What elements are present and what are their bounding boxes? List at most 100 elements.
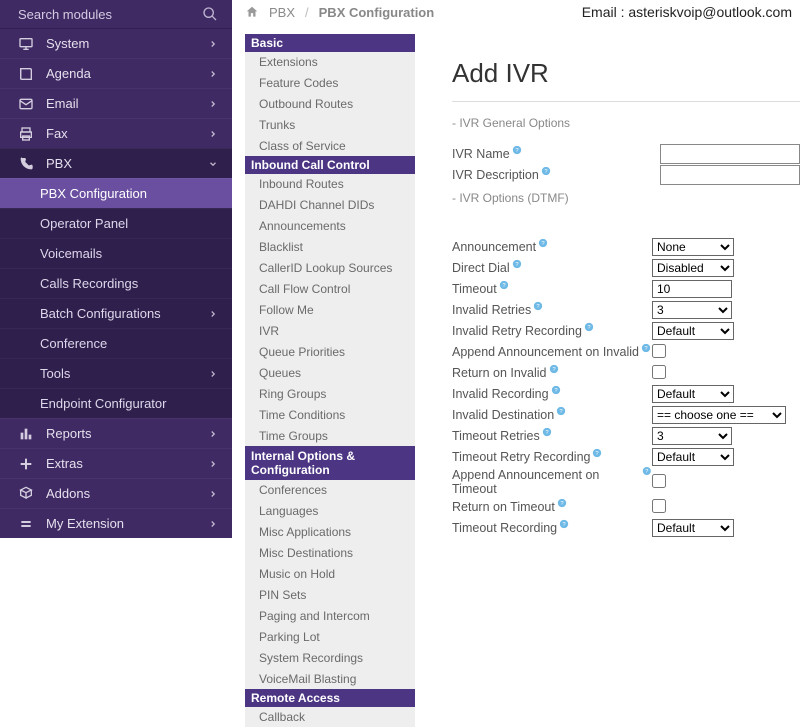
help-icon[interactable]: ? bbox=[584, 322, 594, 332]
printer-icon bbox=[18, 126, 34, 142]
pbx-leaf[interactable]: Call Flow Control bbox=[245, 278, 415, 299]
lbl-ivr-desc: IVR Description bbox=[452, 168, 539, 182]
chevron-right-icon bbox=[208, 69, 218, 79]
field-label: Invalid Destination bbox=[452, 408, 554, 422]
pbx-leaf[interactable]: CallerID Lookup Sources bbox=[245, 257, 415, 278]
sub-calls-recordings[interactable]: Calls Recordings bbox=[0, 268, 232, 298]
pbx-leaf[interactable]: Conferences bbox=[245, 480, 415, 500]
help-icon[interactable]: ? bbox=[512, 145, 522, 155]
nav-reports[interactable]: Reports bbox=[0, 418, 232, 448]
pbx-leaf[interactable]: Time Groups bbox=[245, 425, 415, 446]
pbx-leaf[interactable]: Music on Hold bbox=[245, 563, 415, 584]
cubes-icon bbox=[18, 486, 34, 502]
sub-conference[interactable]: Conference bbox=[0, 328, 232, 358]
pbx-leaf[interactable]: PIN Sets bbox=[245, 584, 415, 605]
lbl-ivr-name: IVR Name bbox=[452, 147, 510, 161]
search-input[interactable] bbox=[18, 7, 202, 22]
section-general: - IVR General Options bbox=[452, 116, 800, 130]
pbx-leaf[interactable]: Extensions bbox=[245, 52, 415, 72]
chevron-right-icon bbox=[208, 369, 218, 379]
pbx-leaf[interactable]: Class of Service bbox=[245, 135, 415, 156]
sub-endpoint-configurator[interactable]: Endpoint Configurator bbox=[0, 388, 232, 418]
help-icon[interactable]: ? bbox=[556, 406, 566, 416]
input-ivr-desc[interactable] bbox=[660, 165, 800, 185]
sub-label: Voicemails bbox=[40, 246, 102, 261]
nav-agenda[interactable]: Agenda bbox=[0, 58, 232, 88]
nav-fax[interactable]: Fax bbox=[0, 118, 232, 148]
chevron-right-icon bbox=[208, 489, 218, 499]
help-icon[interactable]: ? bbox=[549, 364, 559, 374]
help-icon[interactable]: ? bbox=[642, 466, 652, 476]
sub-voicemails[interactable]: Voicemails bbox=[0, 238, 232, 268]
nav-pbx[interactable]: PBX bbox=[0, 148, 232, 178]
nav-my-extension[interactable]: My Extension bbox=[0, 508, 232, 538]
monitor-icon bbox=[18, 36, 34, 52]
pbx-leaf[interactable]: Misc Applications bbox=[245, 521, 415, 542]
pbx-leaf[interactable]: Announcements bbox=[245, 215, 415, 236]
cb-append-timeout[interactable] bbox=[652, 474, 666, 488]
pbx-leaf[interactable]: DAHDI Channel DIDs bbox=[245, 194, 415, 215]
help-icon[interactable]: ? bbox=[512, 259, 522, 269]
help-icon[interactable]: ? bbox=[641, 343, 651, 353]
help-icon[interactable]: ? bbox=[551, 385, 561, 395]
pbx-leaf[interactable]: Follow Me bbox=[245, 299, 415, 320]
help-icon[interactable]: ? bbox=[499, 280, 509, 290]
help-icon[interactable]: ? bbox=[542, 427, 552, 437]
input-timeout[interactable] bbox=[652, 280, 732, 298]
nav-extras[interactable]: Extras bbox=[0, 448, 232, 478]
select-invalid-retry-rec[interactable]: Default bbox=[652, 322, 734, 340]
category-header: Internal Options & Configuration bbox=[245, 446, 415, 480]
pbx-leaf[interactable]: Trunks bbox=[245, 114, 415, 135]
select-invalid-dest[interactable]: == choose one == bbox=[652, 406, 786, 424]
form-area: Add IVR - IVR General Options IVR Name? … bbox=[452, 58, 800, 524]
nav-email[interactable]: Email bbox=[0, 88, 232, 118]
pbx-leaf[interactable]: System Recordings bbox=[245, 647, 415, 668]
select-timeout-retries[interactable]: 3 bbox=[652, 427, 732, 445]
sub-operator-panel[interactable]: Operator Panel bbox=[0, 208, 232, 238]
pbx-leaf[interactable]: Time Conditions bbox=[245, 404, 415, 425]
select-invalid-retries[interactable]: 3 bbox=[652, 301, 732, 319]
cb-return-invalid[interactable] bbox=[652, 365, 666, 379]
select-timeout-retry-rec[interactable]: Default bbox=[652, 448, 734, 466]
page-title: Add IVR bbox=[452, 58, 800, 89]
help-icon[interactable]: ? bbox=[559, 519, 569, 529]
select-direct-dial[interactable]: Disabled bbox=[652, 259, 734, 277]
pbx-leaf[interactable]: Inbound Routes bbox=[245, 174, 415, 194]
pbx-leaf[interactable]: VoiceMail Blasting bbox=[245, 668, 415, 689]
nav-label: Addons bbox=[46, 486, 208, 501]
select-announcement[interactable]: None bbox=[652, 238, 734, 256]
sub-label: Calls Recordings bbox=[40, 276, 138, 291]
help-icon[interactable]: ? bbox=[592, 448, 602, 458]
pbx-leaf[interactable]: Feature Codes bbox=[245, 72, 415, 93]
pbx-leaf[interactable]: Blacklist bbox=[245, 236, 415, 257]
pbx-leaf[interactable]: Misc Destinations bbox=[245, 542, 415, 563]
bars-icon bbox=[18, 426, 34, 442]
pbx-leaf[interactable]: Outbound Routes bbox=[245, 93, 415, 114]
nav-system[interactable]: System bbox=[0, 28, 232, 58]
select-invalid-rec[interactable]: Default bbox=[652, 385, 734, 403]
pbx-leaf[interactable]: Paging and Intercom bbox=[245, 605, 415, 626]
field-label: Timeout bbox=[452, 282, 497, 296]
sub-tools[interactable]: Tools bbox=[0, 358, 232, 388]
pbx-leaf[interactable]: Queue Priorities bbox=[245, 341, 415, 362]
sub-pbx-configuration[interactable]: PBX Configuration bbox=[0, 178, 232, 208]
nav-addons[interactable]: Addons bbox=[0, 478, 232, 508]
search-icon[interactable] bbox=[202, 6, 218, 22]
pbx-leaf[interactable]: Callback bbox=[245, 707, 415, 727]
pbx-leaf[interactable]: Queues bbox=[245, 362, 415, 383]
pbx-leaf[interactable]: Parking Lot bbox=[245, 626, 415, 647]
pbx-leaf[interactable]: Ring Groups bbox=[245, 383, 415, 404]
input-ivr-name[interactable] bbox=[660, 144, 800, 164]
field-label: Timeout Retry Recording bbox=[452, 450, 590, 464]
field-label: Return on Timeout bbox=[452, 500, 555, 514]
help-icon[interactable]: ? bbox=[557, 498, 567, 508]
sub-batch-configurations[interactable]: Batch Configurations bbox=[0, 298, 232, 328]
help-icon[interactable]: ? bbox=[533, 301, 543, 311]
cb-return-timeout[interactable] bbox=[652, 499, 666, 513]
help-icon[interactable]: ? bbox=[538, 238, 548, 248]
select-timeout-rec[interactable]: Default bbox=[652, 519, 734, 537]
pbx-leaf[interactable]: IVR bbox=[245, 320, 415, 341]
help-icon[interactable]: ? bbox=[541, 166, 551, 176]
pbx-leaf[interactable]: Languages bbox=[245, 500, 415, 521]
cb-append-invalid[interactable] bbox=[652, 344, 666, 358]
